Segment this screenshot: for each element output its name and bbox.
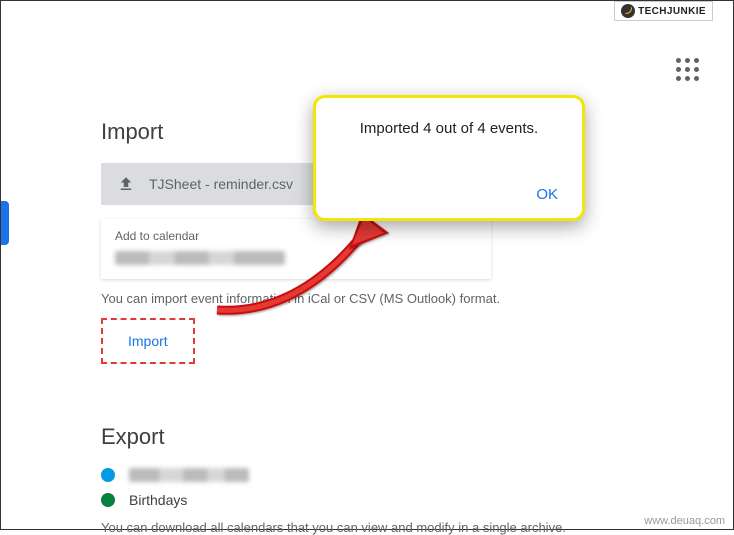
add-to-calendar-select[interactable]: Add to calendar: [101, 219, 491, 279]
calendar-color-dot-icon: [101, 493, 115, 507]
selected-calendar-redacted: [115, 251, 285, 265]
import-button[interactable]: Import: [106, 323, 190, 359]
export-help-text: You can download all calendars that you …: [101, 520, 641, 535]
import-result-dialog: Imported 4 out of 4 events. OK: [313, 95, 585, 221]
dialog-message: Imported 4 out of 4 events.: [338, 120, 560, 137]
add-to-calendar-label: Add to calendar: [115, 229, 477, 243]
import-help-text: You can import event information in iCal…: [101, 291, 641, 306]
export-heading: Export: [101, 424, 641, 450]
file-name: TJSheet - reminder.csv: [149, 176, 293, 192]
google-apps-button[interactable]: [671, 53, 703, 85]
calendar-name: Birthdays: [129, 492, 187, 508]
calendar-item: [101, 468, 641, 482]
calendar-name-redacted: [129, 468, 249, 482]
brand-logo-icon: [621, 4, 635, 18]
brand-badge: TECHJUNKIE: [614, 1, 713, 21]
brand-name: TECHJUNKIE: [638, 6, 706, 17]
watermark-text: www.deuaq.com: [644, 515, 725, 527]
import-button-highlight: Import: [101, 318, 195, 364]
upload-icon: [117, 175, 135, 193]
ok-button[interactable]: OK: [536, 186, 558, 203]
calendar-item: Birthdays: [101, 492, 641, 508]
calendar-color-dot-icon: [101, 468, 115, 482]
sidebar-accent: [1, 201, 9, 245]
